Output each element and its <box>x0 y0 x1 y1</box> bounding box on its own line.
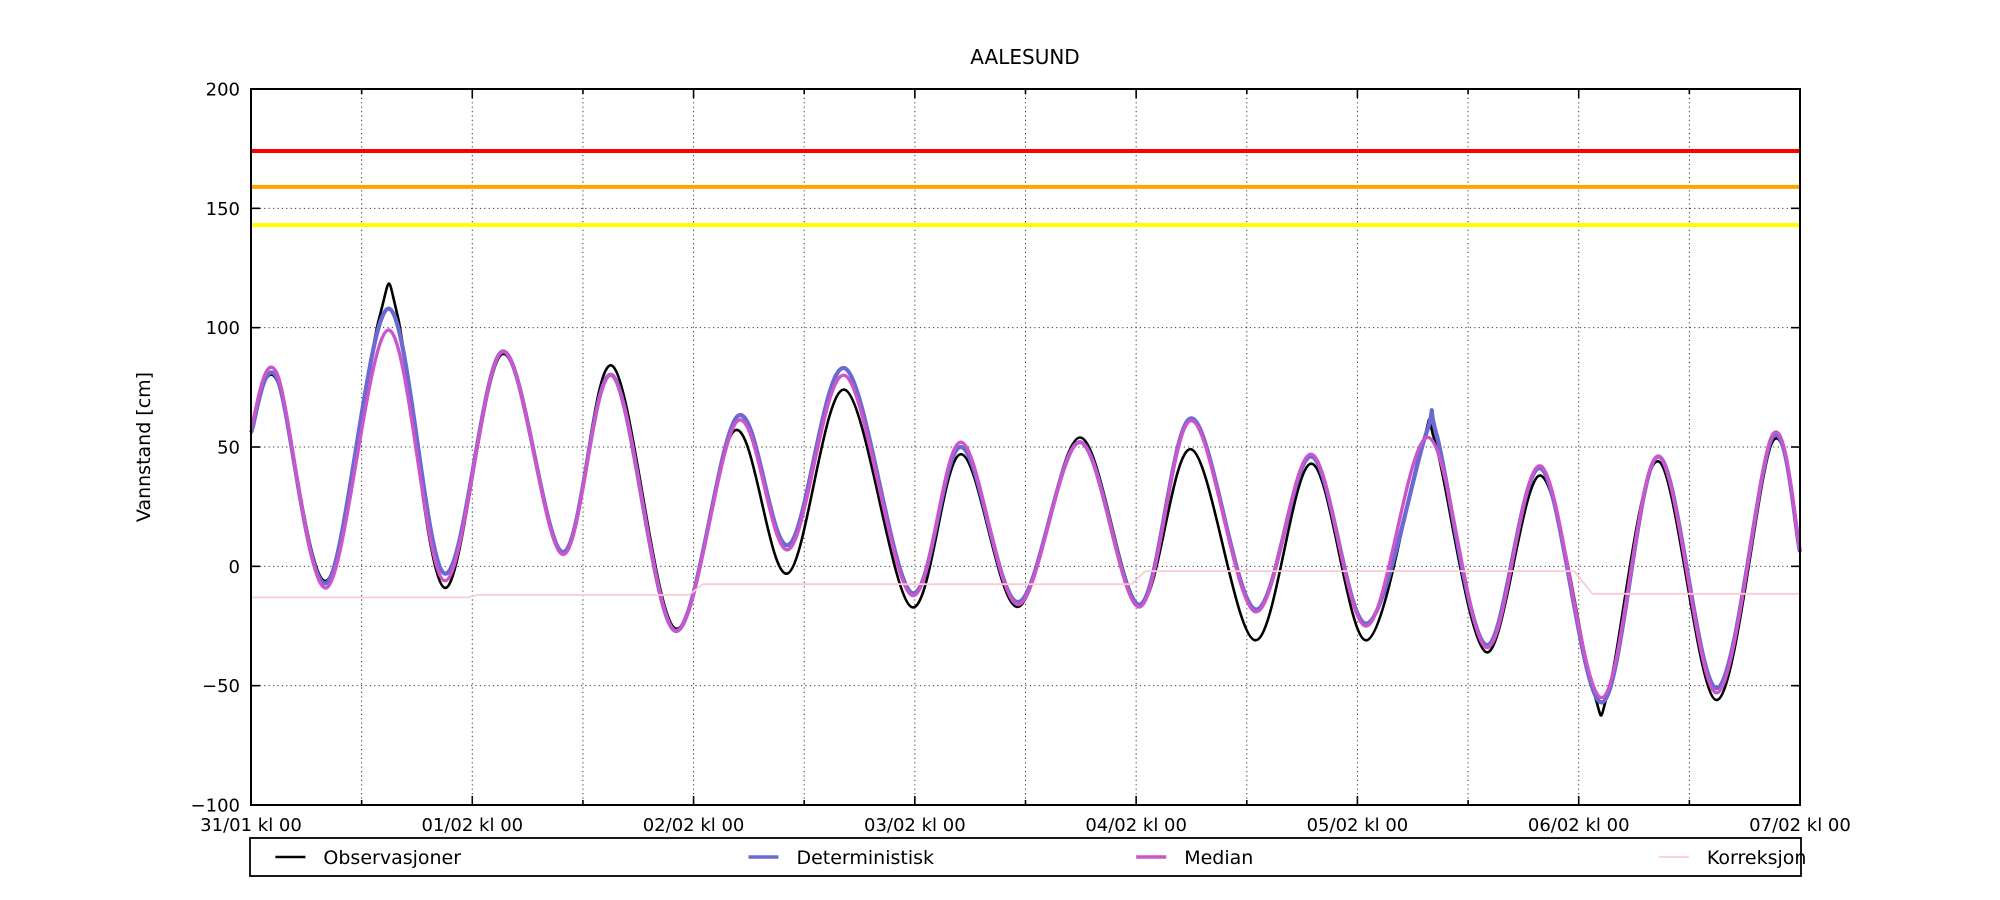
y-tick-label: 100 <box>206 318 240 339</box>
x-tick-label: 06/02 kl 00 <box>1528 815 1630 836</box>
x-tick-label: 04/02 kl 00 <box>1085 815 1187 836</box>
legend-label: Observasjoner <box>323 847 461 869</box>
x-tick-label: 07/02 kl 00 <box>1749 815 1851 836</box>
gridlines <box>251 89 1800 805</box>
y-axis-label: Vannstand [cm] <box>133 372 155 522</box>
x-tick-label: 31/01 kl 00 <box>200 815 302 836</box>
x-tick-label: 03/02 kl 00 <box>864 815 966 836</box>
axis-tick-labels: 200 150 100 50 0 −50 −10031/01 kl 00 01/02 kl 0… <box>191 80 1851 837</box>
series-observasjoner <box>251 283 1800 715</box>
legend-label: Deterministisk <box>796 847 934 869</box>
legend: Observasjoner Deterministisk Median Korreks… <box>250 838 1806 876</box>
series-lines <box>251 283 1800 715</box>
y-tick-label: 200 <box>206 80 240 101</box>
x-tick-label: 01/02 kl 00 <box>421 815 523 836</box>
screenshot-root: 200 150 100 50 0 −50 −10031/01 kl 00 01/02 kl 0… <box>0 0 2000 900</box>
legend-label: Korreksjon <box>1707 847 1807 869</box>
legend-label: Median <box>1184 847 1253 869</box>
y-tick-label: 0 <box>229 557 240 578</box>
threshold-lines <box>251 151 1800 225</box>
chart-title: AALESUND <box>970 45 1079 69</box>
chart-canvas: 200 150 100 50 0 −50 −10031/01 kl 00 01/02 kl 0… <box>0 0 2000 900</box>
x-tick-label: 02/02 kl 00 <box>643 815 745 836</box>
legend-box <box>250 838 1801 876</box>
x-tick-label: 05/02 kl 00 <box>1307 815 1409 836</box>
y-tick-label: −100 <box>191 796 240 817</box>
y-tick-label: 150 <box>206 199 240 220</box>
y-tick-label: −50 <box>202 676 240 697</box>
y-tick-label: 50 <box>217 438 240 459</box>
series-median <box>251 330 1800 698</box>
series-deterministisk <box>251 309 1800 703</box>
